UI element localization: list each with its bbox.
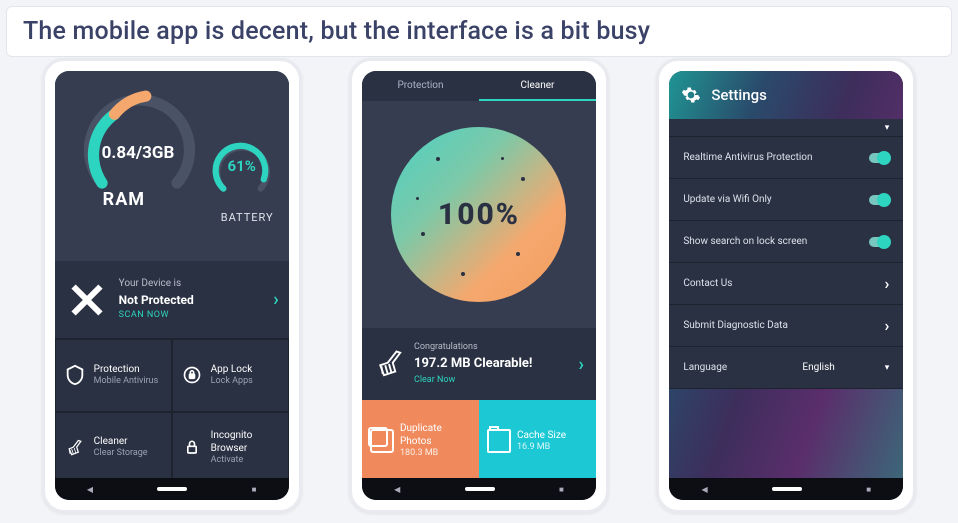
card-title: Cache Size	[517, 429, 566, 442]
card-duplicate-photos[interactable]: Duplicate Photos180.3 MB	[362, 400, 479, 482]
settings-row-top[interactable]: ▾	[669, 119, 903, 137]
battery-label: BATTERY	[221, 211, 274, 224]
shield-icon	[64, 364, 86, 386]
card-title: Duplicate Photos	[400, 422, 471, 448]
row-label: Language	[683, 362, 727, 373]
chevron-right-icon: ›	[884, 274, 889, 293]
nav-home-icon[interactable]	[465, 487, 495, 491]
phone-row: 0.84/3GB RAM 61% BATTERY Your Device is …	[0, 0, 958, 523]
settings-row-language[interactable]: Language English ▾	[669, 347, 903, 389]
tab-protection[interactable]: Protection	[362, 71, 479, 101]
tile-title: Cleaner	[94, 435, 148, 448]
card-cache-size[interactable]: Cache Size16.9 MB	[479, 400, 596, 482]
language-value: English	[802, 362, 834, 373]
progress-area: 100%	[362, 101, 596, 328]
caret-down-icon: ▾	[885, 363, 890, 373]
warning-line1: Your Device is	[119, 276, 274, 291]
folder-icon	[487, 429, 511, 453]
screen-3: Settings ▾ Realtime Antivirus Protection…	[669, 71, 903, 500]
tab-bar: Protection Cleaner	[362, 71, 596, 101]
dashboard-gauges: 0.84/3GB RAM 61% BATTERY	[55, 71, 289, 261]
chevron-right-icon: ›	[273, 289, 278, 310]
ram-value: 0.84/3GB	[102, 143, 202, 163]
feature-grid: ProtectionMobile Antivirus App LockLock …	[55, 339, 289, 484]
tile-title: Protection	[94, 363, 159, 376]
photos-icon	[370, 429, 394, 453]
tile-subtitle: Lock Apps	[211, 376, 253, 388]
bottom-cards: Duplicate Photos180.3 MB Cache Size16.9 …	[362, 400, 596, 482]
card-subtitle: 16.9 MB	[517, 442, 566, 454]
settings-row-lockscreen[interactable]: Show search on lock screen	[669, 221, 903, 263]
screen-2: Protection Cleaner 100% Congratulations …	[362, 71, 596, 500]
tile-subtitle: Clear Storage	[94, 448, 148, 460]
android-navbar	[669, 478, 903, 500]
phone-frame-1: 0.84/3GB RAM 61% BATTERY Your Device is …	[42, 58, 302, 513]
scan-now-link[interactable]: SCAN NOW	[119, 309, 274, 323]
settings-row-wifi[interactable]: Update via Wifi Only	[669, 179, 903, 221]
nav-recent-icon[interactable]	[252, 484, 257, 495]
android-navbar	[55, 478, 289, 500]
toggle-switch[interactable]	[869, 153, 889, 163]
settings-title: Settings	[711, 86, 767, 104]
chevron-right-icon: ›	[579, 354, 584, 375]
nav-back-icon[interactable]	[394, 484, 400, 495]
card-subtitle: 180.3 MB	[400, 448, 471, 460]
toggle-switch[interactable]	[869, 237, 889, 247]
row-label: Realtime Antivirus Protection	[683, 152, 812, 163]
tile-incognito[interactable]: Incognito BrowserActivate	[172, 412, 289, 485]
settings-row-diagnostic[interactable]: Submit Diagnostic Data ›	[669, 305, 903, 347]
incognito-icon	[181, 437, 203, 459]
tile-title: Incognito Browser	[211, 429, 280, 455]
progress-circle: 100%	[391, 127, 566, 302]
progress-text: 100%	[438, 197, 520, 232]
clear-now-link[interactable]: Clear Now	[414, 374, 569, 388]
tab-cleaner[interactable]: Cleaner	[479, 71, 596, 101]
settings-row-realtime[interactable]: Realtime Antivirus Protection	[669, 137, 903, 179]
nav-back-icon[interactable]	[87, 484, 93, 495]
gear-icon	[681, 85, 701, 105]
tile-protection[interactable]: ProtectionMobile Antivirus	[55, 339, 172, 412]
nav-home-icon[interactable]	[772, 487, 802, 491]
x-icon	[65, 278, 109, 322]
warning-text: Your Device is Not Protected SCAN NOW	[119, 276, 274, 323]
clearable-text: Congratulations 197.2 MB Clearable! Clea…	[414, 341, 569, 388]
row-label: Submit Diagnostic Data	[683, 320, 788, 331]
battery-gauge: 61%	[211, 139, 273, 201]
broom-icon	[374, 349, 404, 379]
row-label: Show search on lock screen	[683, 236, 807, 247]
tile-subtitle: Mobile Antivirus	[94, 376, 159, 388]
caret-down-icon: ▾	[885, 123, 890, 133]
lock-icon	[181, 364, 203, 386]
screen-1: 0.84/3GB RAM 61% BATTERY Your Device is …	[55, 71, 289, 500]
ram-label: RAM	[103, 189, 145, 210]
clearable-amount: 197.2 MB Clearable!	[414, 354, 569, 374]
tile-title: App Lock	[211, 363, 253, 376]
broom-icon	[64, 437, 86, 459]
phone-frame-2: Protection Cleaner 100% Congratulations …	[349, 58, 609, 513]
row-label: Contact Us	[683, 278, 732, 289]
android-navbar	[362, 478, 596, 500]
toggle-switch[interactable]	[869, 195, 889, 205]
row-label: Update via Wifi Only	[683, 194, 771, 205]
tile-applock[interactable]: App LockLock Apps	[172, 339, 289, 412]
congrats-label: Congratulations	[414, 341, 569, 355]
chevron-right-icon: ›	[884, 316, 889, 335]
phone-frame-3: Settings ▾ Realtime Antivirus Protection…	[656, 58, 916, 513]
clearable-card[interactable]: Congratulations 197.2 MB Clearable! Clea…	[362, 328, 596, 400]
battery-value: 61%	[211, 157, 273, 175]
caption-banner: The mobile app is decent, but the interf…	[6, 6, 952, 57]
settings-row-contact[interactable]: Contact Us ›	[669, 263, 903, 305]
settings-header: Settings	[669, 71, 903, 119]
warning-line2: Not Protected	[119, 291, 274, 309]
tile-cleaner[interactable]: CleanerClear Storage	[55, 412, 172, 485]
protection-warning[interactable]: Your Device is Not Protected SCAN NOW ›	[55, 261, 289, 339]
nav-back-icon[interactable]	[701, 484, 707, 495]
nav-recent-icon[interactable]	[866, 484, 871, 495]
tile-subtitle: Activate	[211, 455, 280, 467]
nav-home-icon[interactable]	[157, 487, 187, 491]
nav-recent-icon[interactable]	[559, 484, 564, 495]
settings-list: ▾ Realtime Antivirus Protection Update v…	[669, 119, 903, 389]
